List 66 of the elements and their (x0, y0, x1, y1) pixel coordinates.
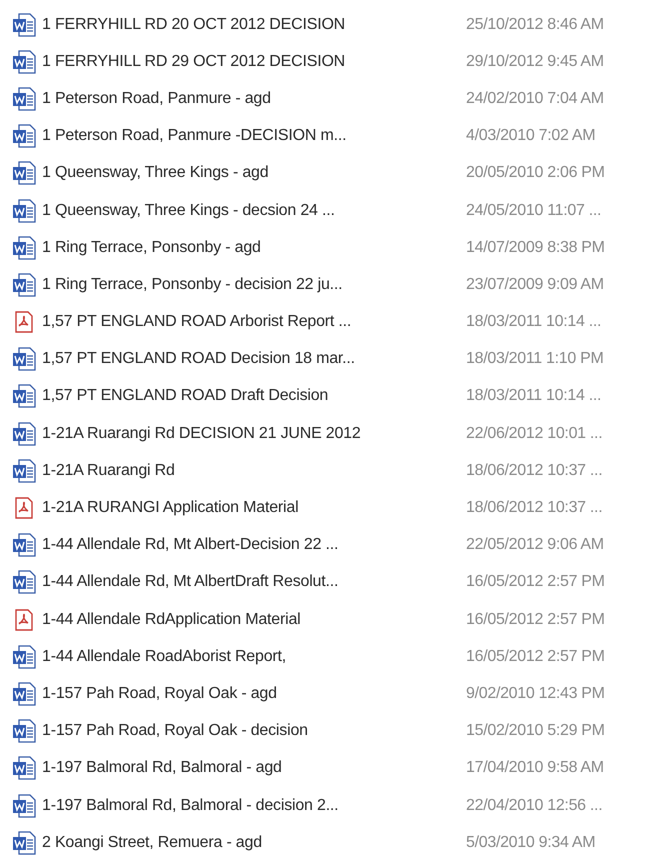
file-date: 5/03/2010 9:34 AM (466, 834, 596, 852)
word-document-icon (12, 12, 36, 37)
file-date: 17/04/2010 9:58 AM (466, 759, 604, 778)
word-document-icon (12, 236, 36, 260)
word-document-icon (12, 533, 36, 558)
word-document-icon (12, 794, 36, 818)
file-name[interactable]: 2 Koangi Street, Remuera - agd (42, 834, 466, 852)
word-document-icon (12, 830, 36, 855)
file-date: 16/05/2012 2:57 PM (466, 648, 605, 666)
file-name[interactable]: 1,57 PT ENGLAND ROAD Arborist Report ... (42, 313, 466, 332)
file-name[interactable]: 1-21A Ruarangi Rd (42, 462, 466, 480)
file-name[interactable]: 1-44 Allendale RoadAborist Report, (42, 648, 466, 666)
file-date: 16/05/2012 2:57 PM (466, 573, 605, 592)
word-document-icon (12, 124, 36, 148)
file-name[interactable]: 1-197 Balmoral Rd, Balmoral - agd (42, 759, 466, 778)
word-document-icon (12, 682, 36, 706)
file-date: 24/05/2010 11:07 ... (466, 202, 602, 220)
file-name[interactable]: 1 Peterson Road, Panmure - agd (42, 90, 466, 108)
file-date: 18/06/2012 10:37 ... (466, 462, 602, 480)
file-date: 4/03/2010 7:02 AM (466, 127, 596, 146)
word-document-icon (12, 644, 36, 669)
file-name[interactable]: 1-157 Pah Road, Royal Oak - decision (42, 722, 466, 740)
file-date: 22/05/2012 9:06 AM (466, 536, 604, 554)
file-name[interactable]: 1,57 PT ENGLAND ROAD Decision 18 mar... (42, 350, 466, 368)
file-name[interactable]: 1-44 Allendale Rd, Mt AlbertDraft Resolut... (42, 573, 466, 592)
file-date: 18/03/2011 1:10 PM (466, 350, 604, 368)
file-date: 9/02/2010 12:43 PM (466, 684, 605, 703)
word-document-icon (12, 347, 36, 372)
word-document-icon (12, 86, 36, 111)
word-document-icon (12, 458, 36, 483)
file-name[interactable]: 1-44 Allendale Rd, Mt Albert-Decision 22 ... (42, 536, 466, 554)
word-document-icon (12, 719, 36, 744)
file-name[interactable]: 1-44 Allendale RdApplication Material (42, 610, 466, 629)
file-date: 22/06/2012 10:01 ... (466, 424, 602, 443)
file-name[interactable]: 1-197 Balmoral Rd, Balmoral - decision 2... (42, 796, 466, 815)
file-date: 29/10/2012 9:45 AM (466, 52, 604, 71)
file-name[interactable]: 1 FERRYHILL RD 20 OCT 2012 DECISION (42, 16, 466, 34)
word-document-icon (12, 384, 36, 408)
file-date: 25/10/2012 8:46 AM (466, 16, 604, 34)
file-date: 18/03/2011 10:14 ... (466, 313, 602, 332)
file-name[interactable]: 1 Queensway, Three Kings - agd (42, 164, 466, 182)
word-document-icon (12, 50, 36, 74)
word-document-icon (12, 198, 36, 223)
file-date: 18/06/2012 10:37 ... (466, 499, 602, 518)
file-name[interactable]: 1 FERRYHILL RD 29 OCT 2012 DECISION (42, 52, 466, 71)
file-name[interactable]: 1,57 PT ENGLAND ROAD Draft Decision (42, 387, 466, 406)
word-document-icon (12, 422, 36, 446)
word-document-icon (12, 756, 36, 780)
file-date: 15/02/2010 5:29 PM (466, 722, 605, 740)
word-document-icon (12, 272, 36, 297)
file-name[interactable]: 1 Queensway, Three Kings - decsion 24 ... (42, 202, 466, 220)
file-date: 24/02/2010 7:04 AM (466, 90, 604, 108)
file-date: 16/05/2012 2:57 PM (466, 610, 605, 629)
file-name[interactable]: 1 Ring Terrace, Ponsonby - decision 22 ju... (42, 276, 466, 294)
file-name[interactable]: 1-157 Pah Road, Royal Oak - agd (42, 684, 466, 703)
file-name[interactable]: 1 Peterson Road, Panmure -DECISION m... (42, 127, 466, 146)
file-date: 18/03/2011 10:14 ... (466, 387, 602, 406)
file-date: 14/07/2009 8:38 PM (466, 238, 605, 257)
file-date: 22/04/2010 12:56 ... (466, 796, 602, 815)
word-document-icon (12, 161, 36, 186)
file-date: 20/05/2010 2:06 PM (466, 164, 605, 182)
word-document-icon (12, 570, 36, 594)
file-name[interactable]: 1-21A Ruarangi Rd DECISION 21 JUNE 2012 (42, 424, 466, 443)
file-name[interactable]: 1-21A RURANGI Application Material (42, 499, 466, 518)
file-name[interactable]: 1 Ring Terrace, Ponsonby - agd (42, 238, 466, 257)
file-date: 23/07/2009 9:09 AM (466, 276, 604, 294)
